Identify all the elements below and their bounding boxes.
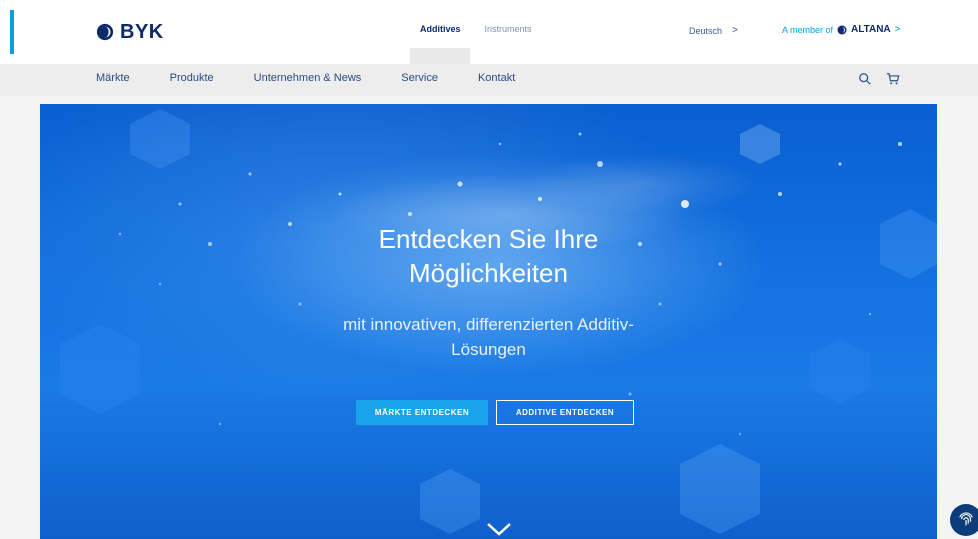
nav-item-maerkte[interactable]: Märkte [96, 72, 130, 84]
tab-instruments[interactable]: Instruments [485, 24, 532, 40]
nav-item-service[interactable]: Service [401, 72, 438, 84]
site-tabs: Additives Instruments [420, 24, 532, 40]
tab-additives[interactable]: Additives [420, 24, 461, 40]
nav-item-produkte[interactable]: Produkte [170, 72, 214, 84]
nav-item-unternehmen-news[interactable]: Unternehmen & News [254, 72, 362, 84]
main-nav: Märkte Produkte Unternehmen & News Servi… [0, 64, 978, 96]
hero-subtitle-line-2: Lösungen [451, 340, 526, 359]
byk-logo[interactable]: BYK [96, 20, 164, 44]
hero-title: Entdecken Sie Ihre Möglichkeiten [40, 222, 937, 290]
language-label: Deutsch [689, 25, 723, 36]
fingerprint-icon[interactable] [950, 504, 978, 536]
active-tab-indicator [410, 48, 470, 64]
hero-title-line-2: Möglichkeiten [409, 258, 568, 288]
hero-banner: Entdecken Sie Ihre Möglichkeiten mit inn… [40, 104, 937, 539]
hero-subtitle-line-1: mit innovativen, differenzierten Additiv… [343, 315, 634, 334]
nav-icons [858, 72, 900, 86]
chevron-down-icon[interactable] [486, 522, 512, 536]
nav-items: Märkte Produkte Unternehmen & News Servi… [96, 72, 515, 84]
nav-item-kontakt[interactable]: Kontakt [478, 72, 515, 84]
search-icon[interactable] [858, 72, 872, 86]
byk-logo-icon [96, 23, 114, 41]
member-brand: ALTANA [851, 24, 891, 35]
altana-member-link[interactable]: A member of ALTANA > [782, 24, 901, 35]
language-switcher[interactable]: Deutsch > [689, 25, 738, 36]
hero-actions: MÄRKTE ENTDECKEN ADDITIVE ENTDECKEN [356, 400, 634, 425]
top-header: BYK Additives Instruments Deutsch > A me… [0, 0, 978, 64]
chevron-right-icon: > [732, 25, 738, 36]
logo-text: BYK [120, 20, 164, 43]
additive-entdecken-button[interactable]: ADDITIVE ENTDECKEN [496, 400, 634, 425]
maerkte-entdecken-button[interactable]: MÄRKTE ENTDECKEN [356, 400, 488, 425]
chevron-right-icon: > [894, 24, 901, 35]
accent-bar [10, 10, 14, 54]
member-prefix: A member of [782, 24, 834, 35]
cart-icon[interactable] [886, 72, 900, 86]
hero-title-line-1: Entdecken Sie Ihre [378, 224, 599, 254]
altana-logo-icon [837, 25, 847, 34]
hero-subtitle: mit innovativen, differenzierten Additiv… [40, 312, 937, 362]
